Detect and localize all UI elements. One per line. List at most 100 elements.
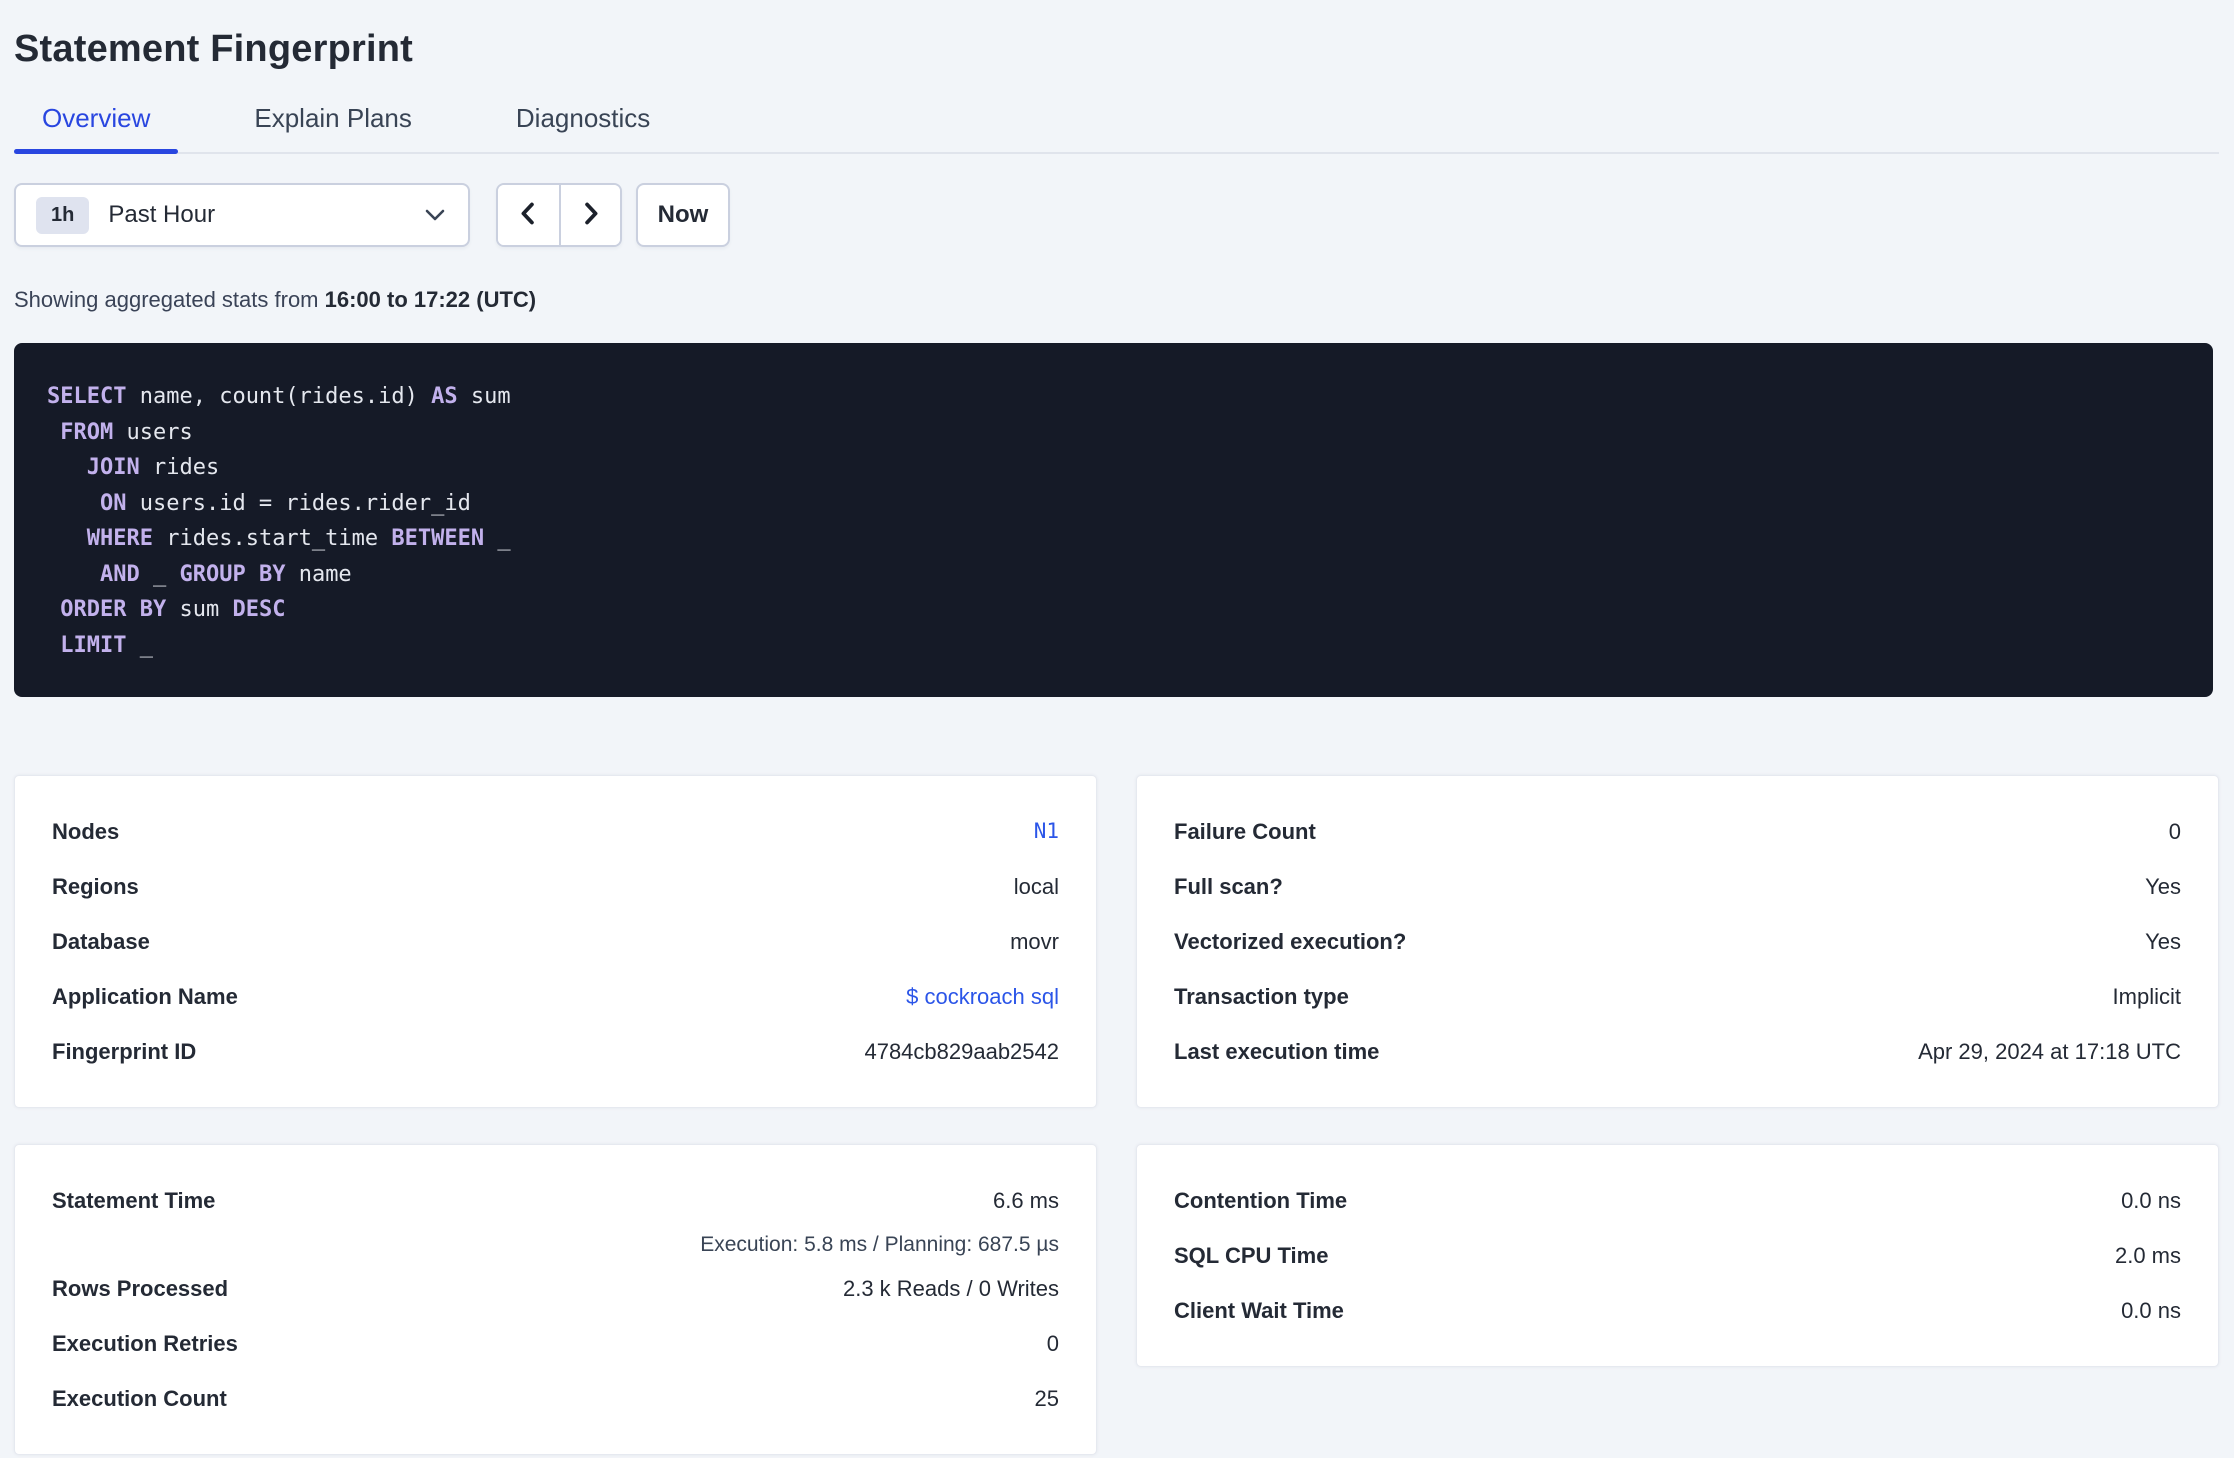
kv-value: 0 bbox=[2168, 819, 2181, 844]
tab-explain-plans[interactable]: Explain Plans bbox=[226, 103, 440, 152]
sql-text: rides.start_time bbox=[152, 526, 392, 551]
sql-keyword: LIMIT bbox=[60, 632, 127, 658]
kv-row: Fingerprint ID 4784cb829aab2542 bbox=[52, 1024, 1059, 1079]
execution-attributes-card: Failure Count 0 Full scan? Yes Vectorized ex… bbox=[1136, 775, 2219, 1108]
sql-text: sum bbox=[166, 597, 233, 622]
sql-keyword: BETWEEN bbox=[391, 526, 485, 551]
app-name-link[interactable]: $ cockroach sql bbox=[906, 984, 1059, 1009]
sql-line: SELECT name, count(rides.id) AS sum bbox=[47, 379, 2180, 415]
kv-label: Statement Time bbox=[52, 1188, 216, 1213]
sql-line: ON users.id = rides.rider_id bbox=[47, 486, 2180, 522]
sql-line: ORDER BY sum DESC bbox=[47, 592, 2180, 628]
kv-row: Regions local bbox=[52, 859, 1059, 914]
kv-value: 0.0 ns bbox=[2121, 1188, 2181, 1213]
kv-row: Vectorized execution? Yes bbox=[1174, 914, 2181, 969]
kv-row: Nodes N1 bbox=[52, 804, 1059, 859]
tab-diagnostics[interactable]: Diagnostics bbox=[488, 103, 678, 152]
sql-line: WHERE rides.start_time BETWEEN _ bbox=[47, 521, 2180, 557]
time-controls: 1h Past Hour Now bbox=[14, 183, 2219, 247]
sql-statement-box: SELECT name, count(rides.id) AS sum FROM… bbox=[14, 343, 2213, 697]
time-step-button-group bbox=[496, 183, 622, 247]
aggregation-status-prefix: Showing aggregated stats from bbox=[14, 287, 325, 312]
kv-label: Execution Count bbox=[52, 1386, 227, 1411]
sql-text: _ bbox=[484, 526, 511, 551]
kv-value: 2.0 ms bbox=[2114, 1243, 2181, 1268]
sql-keyword: WHERE bbox=[86, 526, 153, 551]
kv-row: Database movr bbox=[52, 914, 1059, 969]
time-range-label: Past Hour bbox=[108, 201, 216, 228]
sql-line: LIMIT _ bbox=[47, 628, 2180, 664]
sql-line: FROM users bbox=[47, 415, 2180, 451]
node-link[interactable]: N1 bbox=[1034, 819, 1059, 843]
kv-value: Yes bbox=[2145, 929, 2181, 954]
kv-row: Rows Processed 2.3 k Reads / 0 Writes bbox=[52, 1261, 1059, 1316]
sql-text: _ bbox=[126, 632, 153, 658]
kv-row: Full scan? Yes bbox=[1174, 859, 2181, 914]
sql-keyword: AS bbox=[431, 384, 458, 409]
page-title: Statement Fingerprint bbox=[14, 28, 414, 70]
sql-keyword: GROUP BY bbox=[179, 561, 286, 587]
chevron-down-icon bbox=[424, 208, 446, 222]
kv-row: Transaction type Implicit bbox=[1174, 969, 2181, 1024]
kv-label: Regions bbox=[52, 874, 139, 899]
sql-keyword: FROM bbox=[60, 419, 114, 445]
sql-keyword: ORDER BY bbox=[60, 597, 167, 622]
kv-value: 4784cb829aab2542 bbox=[864, 1039, 1059, 1064]
time-range-dropdown[interactable]: 1h Past Hour bbox=[14, 183, 470, 247]
summary-card: Nodes N1 Regions local Database movr Applicati… bbox=[14, 775, 1097, 1108]
interval-badge: 1h bbox=[36, 196, 90, 234]
kv-value: Yes bbox=[2145, 874, 2181, 899]
chevron-right-icon bbox=[577, 200, 604, 230]
kv-label: Client Wait Time bbox=[1174, 1298, 1344, 1323]
kv-subvalue: Execution: 5.8 ms / Planning: 687.5 µs bbox=[700, 1233, 1059, 1256]
kv-value: movr bbox=[1010, 929, 1059, 954]
statement-fingerprint-page: Statement Fingerprint Overview Explain P… bbox=[0, 0, 2234, 1458]
kv-value: 0.0 ns bbox=[2121, 1298, 2181, 1323]
kv-row: Statement Time 6.6 ms Execution: 5.8 ms / … bbox=[52, 1173, 1059, 1261]
kv-label: Failure Count bbox=[1174, 819, 1316, 844]
kv-label: Rows Processed bbox=[52, 1276, 229, 1301]
sql-text: users bbox=[113, 419, 193, 445]
kv-row: SQL CPU Time 2.0 ms bbox=[1174, 1228, 2181, 1283]
sql-text: _ bbox=[139, 561, 180, 587]
kv-value: 0 bbox=[1046, 1331, 1059, 1356]
kv-label: Contention Time bbox=[1174, 1188, 1348, 1213]
tab-bar: Overview Explain Plans Diagnostics bbox=[14, 103, 2219, 154]
kv-label: Execution Retries bbox=[52, 1331, 238, 1356]
kv-row: Failure Count 0 bbox=[1174, 804, 2181, 859]
prev-time-button[interactable] bbox=[498, 185, 559, 245]
next-time-button[interactable] bbox=[559, 185, 620, 245]
time-stats-card: Contention Time 0.0 ns SQL CPU Time 2.0 ms C… bbox=[1136, 1144, 2219, 1367]
sql-line: AND _ GROUP BY name bbox=[47, 557, 2180, 593]
kv-row: Client Wait Time 0.0 ns bbox=[1174, 1283, 2181, 1338]
tab-overview[interactable]: Overview bbox=[14, 103, 179, 154]
kv-label: Vectorized execution? bbox=[1174, 929, 1407, 954]
kv-row: Last execution time Apr 29, 2024 at 17:18… bbox=[1174, 1024, 2181, 1079]
chevron-left-icon bbox=[515, 200, 542, 230]
kv-value: Apr 29, 2024 at 17:18 UTC bbox=[1918, 1039, 2181, 1064]
kv-value: 25 bbox=[1034, 1386, 1059, 1411]
kv-value: 6.6 ms bbox=[992, 1188, 1059, 1213]
sql-keyword: AND bbox=[99, 561, 140, 587]
aggregation-status: Showing aggregated stats from 16:00 to 1… bbox=[14, 287, 2219, 313]
sql-text: rides bbox=[139, 455, 220, 480]
kv-label: Transaction type bbox=[1174, 984, 1349, 1009]
detail-cards: Nodes N1 Regions local Database movr Applicati… bbox=[14, 775, 2219, 1455]
statement-stats-card: Statement Time 6.6 ms Execution: 5.8 ms / … bbox=[14, 1144, 1097, 1455]
sql-keyword: SELECT bbox=[47, 384, 127, 409]
kv-row: Application Name $ cockroach sql bbox=[52, 969, 1059, 1024]
kv-row: Contention Time 0.0 ns bbox=[1174, 1173, 2181, 1228]
sql-keyword: JOIN bbox=[86, 455, 140, 480]
kv-value: local bbox=[1013, 874, 1059, 899]
now-button[interactable]: Now bbox=[636, 183, 730, 247]
aggregation-status-range: 16:00 to 17:22 (UTC) bbox=[324, 287, 537, 312]
sql-line: JOIN rides bbox=[47, 450, 2180, 486]
kv-label: Nodes bbox=[52, 819, 120, 844]
kv-value: Implicit bbox=[2112, 984, 2181, 1009]
kv-label: Last execution time bbox=[1174, 1039, 1380, 1064]
sql-keyword: DESC bbox=[232, 597, 286, 622]
